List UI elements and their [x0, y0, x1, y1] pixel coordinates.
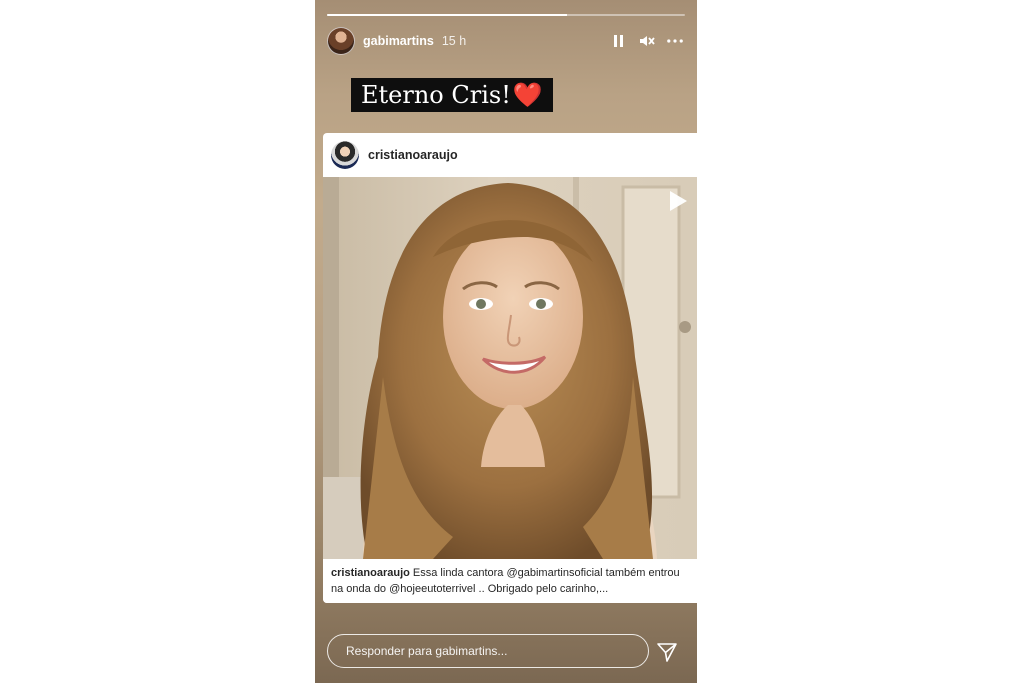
post-photo[interactable]	[323, 177, 697, 559]
sticker-text: Eterno Cris!	[361, 81, 511, 109]
caption-username[interactable]: cristianoaraujo	[331, 567, 410, 579]
post-username[interactable]: cristianoaraujo	[368, 148, 458, 162]
play-icon[interactable]	[667, 189, 689, 213]
portrait-image	[323, 177, 697, 559]
text-sticker: Eterno Cris!❤️	[351, 78, 553, 112]
story-progress	[327, 14, 685, 16]
heart-emoji: ❤️	[512, 81, 543, 109]
more-icon[interactable]	[667, 33, 683, 49]
post-avatar[interactable]	[331, 141, 359, 169]
story-header: gabimartins 15 h	[327, 26, 683, 56]
reply-bar[interactable]	[327, 634, 649, 668]
post-caption: cristianoaraujo Essa linda cantora @gabi…	[323, 559, 697, 603]
story-viewer[interactable]: gabimartins 15 h Eterno Cris!❤️ cristian…	[315, 0, 697, 683]
post-header: cristianoaraujo	[323, 133, 697, 177]
story-controls	[611, 33, 683, 49]
mute-icon[interactable]	[639, 33, 655, 49]
story-username[interactable]: gabimartins	[363, 34, 434, 48]
progress-segment	[327, 14, 685, 16]
story-time: 15 h	[441, 34, 467, 48]
send-icon[interactable]	[656, 641, 678, 663]
pause-icon[interactable]	[611, 33, 627, 49]
reply-input[interactable]	[344, 643, 628, 659]
avatar[interactable]	[327, 27, 355, 55]
shared-post[interactable]: cristianoaraujo cristianoaraujo Essa lin…	[323, 133, 697, 603]
